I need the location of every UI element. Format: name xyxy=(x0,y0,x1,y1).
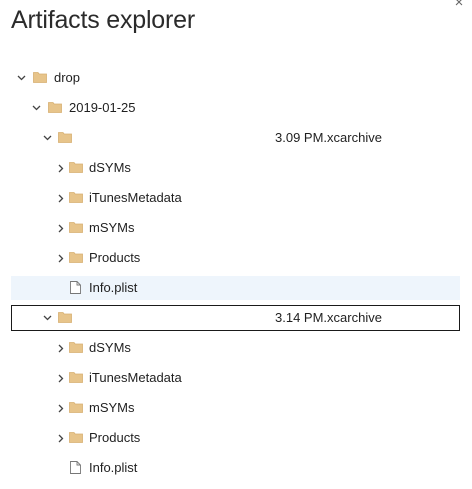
folder-icon xyxy=(69,431,83,443)
tree-item-label: 3.14 PM.xcarchive xyxy=(275,310,382,325)
chevron-down-icon[interactable] xyxy=(42,306,52,330)
tree-item-archive-2[interactable]: 3.14 PM.xcarchive xyxy=(11,305,460,331)
chevron-right-icon[interactable] xyxy=(56,186,66,210)
file-icon xyxy=(70,461,81,474)
tree-item-archive-1[interactable]: 3.09 PM.xcarchive xyxy=(11,126,460,150)
chevron-down-icon[interactable] xyxy=(31,96,41,120)
tree-item-itunesmetadata[interactable]: iTunesMetadata xyxy=(11,186,460,210)
tree-item-msyms[interactable]: mSYMs xyxy=(11,396,460,420)
chevron-right-icon[interactable] xyxy=(56,216,66,240)
chevron-right-icon[interactable] xyxy=(56,396,66,420)
tree-item-label: Products xyxy=(89,250,141,265)
tree-item-products[interactable]: Products xyxy=(11,426,460,450)
folder-icon xyxy=(69,401,83,413)
tree-item-label: iTunesMetadata xyxy=(89,190,182,205)
chevron-right-icon[interactable] xyxy=(56,336,66,360)
tree-item-label: 3.09 PM.xcarchive xyxy=(275,130,382,145)
tree-item-label: 2019-01-25 xyxy=(69,100,136,115)
chevron-down-icon[interactable] xyxy=(16,66,26,90)
tree-item-label: Info.plist xyxy=(89,280,138,295)
folder-icon xyxy=(69,251,83,263)
tree-item-label: drop xyxy=(54,70,81,85)
chevron-down-icon[interactable] xyxy=(42,126,52,150)
tree-item-info-plist[interactable]: Info.plist xyxy=(11,456,460,480)
folder-icon xyxy=(69,161,83,173)
tree-item-label: Products xyxy=(89,430,141,445)
tree-item-dsyms[interactable]: dSYMs xyxy=(11,156,460,180)
folder-icon xyxy=(69,341,83,353)
tree-item-label: dSYMs xyxy=(89,340,131,355)
folder-icon xyxy=(48,101,62,113)
chevron-right-icon[interactable] xyxy=(56,156,66,180)
chevron-right-icon[interactable] xyxy=(56,246,66,270)
tree-item-dsyms[interactable]: dSYMs xyxy=(11,336,460,360)
tree-item-label: iTunesMetadata xyxy=(89,370,182,385)
tree-item-msyms[interactable]: mSYMs xyxy=(11,216,460,240)
folder-icon xyxy=(69,221,83,233)
folder-icon xyxy=(33,71,47,83)
tree-item-label: dSYMs xyxy=(89,160,131,175)
tree-item-itunesmetadata[interactable]: iTunesMetadata xyxy=(11,366,460,390)
chevron-right-icon[interactable] xyxy=(56,426,66,450)
tree-item-label: mSYMs xyxy=(89,400,135,415)
tree-item-drop[interactable]: drop xyxy=(11,66,460,90)
artifacts-tree: drop 2019-01-25 3.09 PM.xcarchive dSYMs xyxy=(0,0,472,489)
tree-item-label: mSYMs xyxy=(89,220,135,235)
folder-icon xyxy=(58,311,72,323)
folder-icon xyxy=(69,371,83,383)
chevron-right-icon[interactable] xyxy=(56,366,66,390)
tree-item-date-folder[interactable]: 2019-01-25 xyxy=(11,96,460,120)
folder-icon xyxy=(69,191,83,203)
tree-item-products[interactable]: Products xyxy=(11,246,460,270)
folder-icon xyxy=(58,131,72,143)
tree-item-label: Info.plist xyxy=(89,460,138,475)
file-icon xyxy=(70,281,81,294)
tree-item-info-plist[interactable]: Info.plist xyxy=(11,276,460,300)
